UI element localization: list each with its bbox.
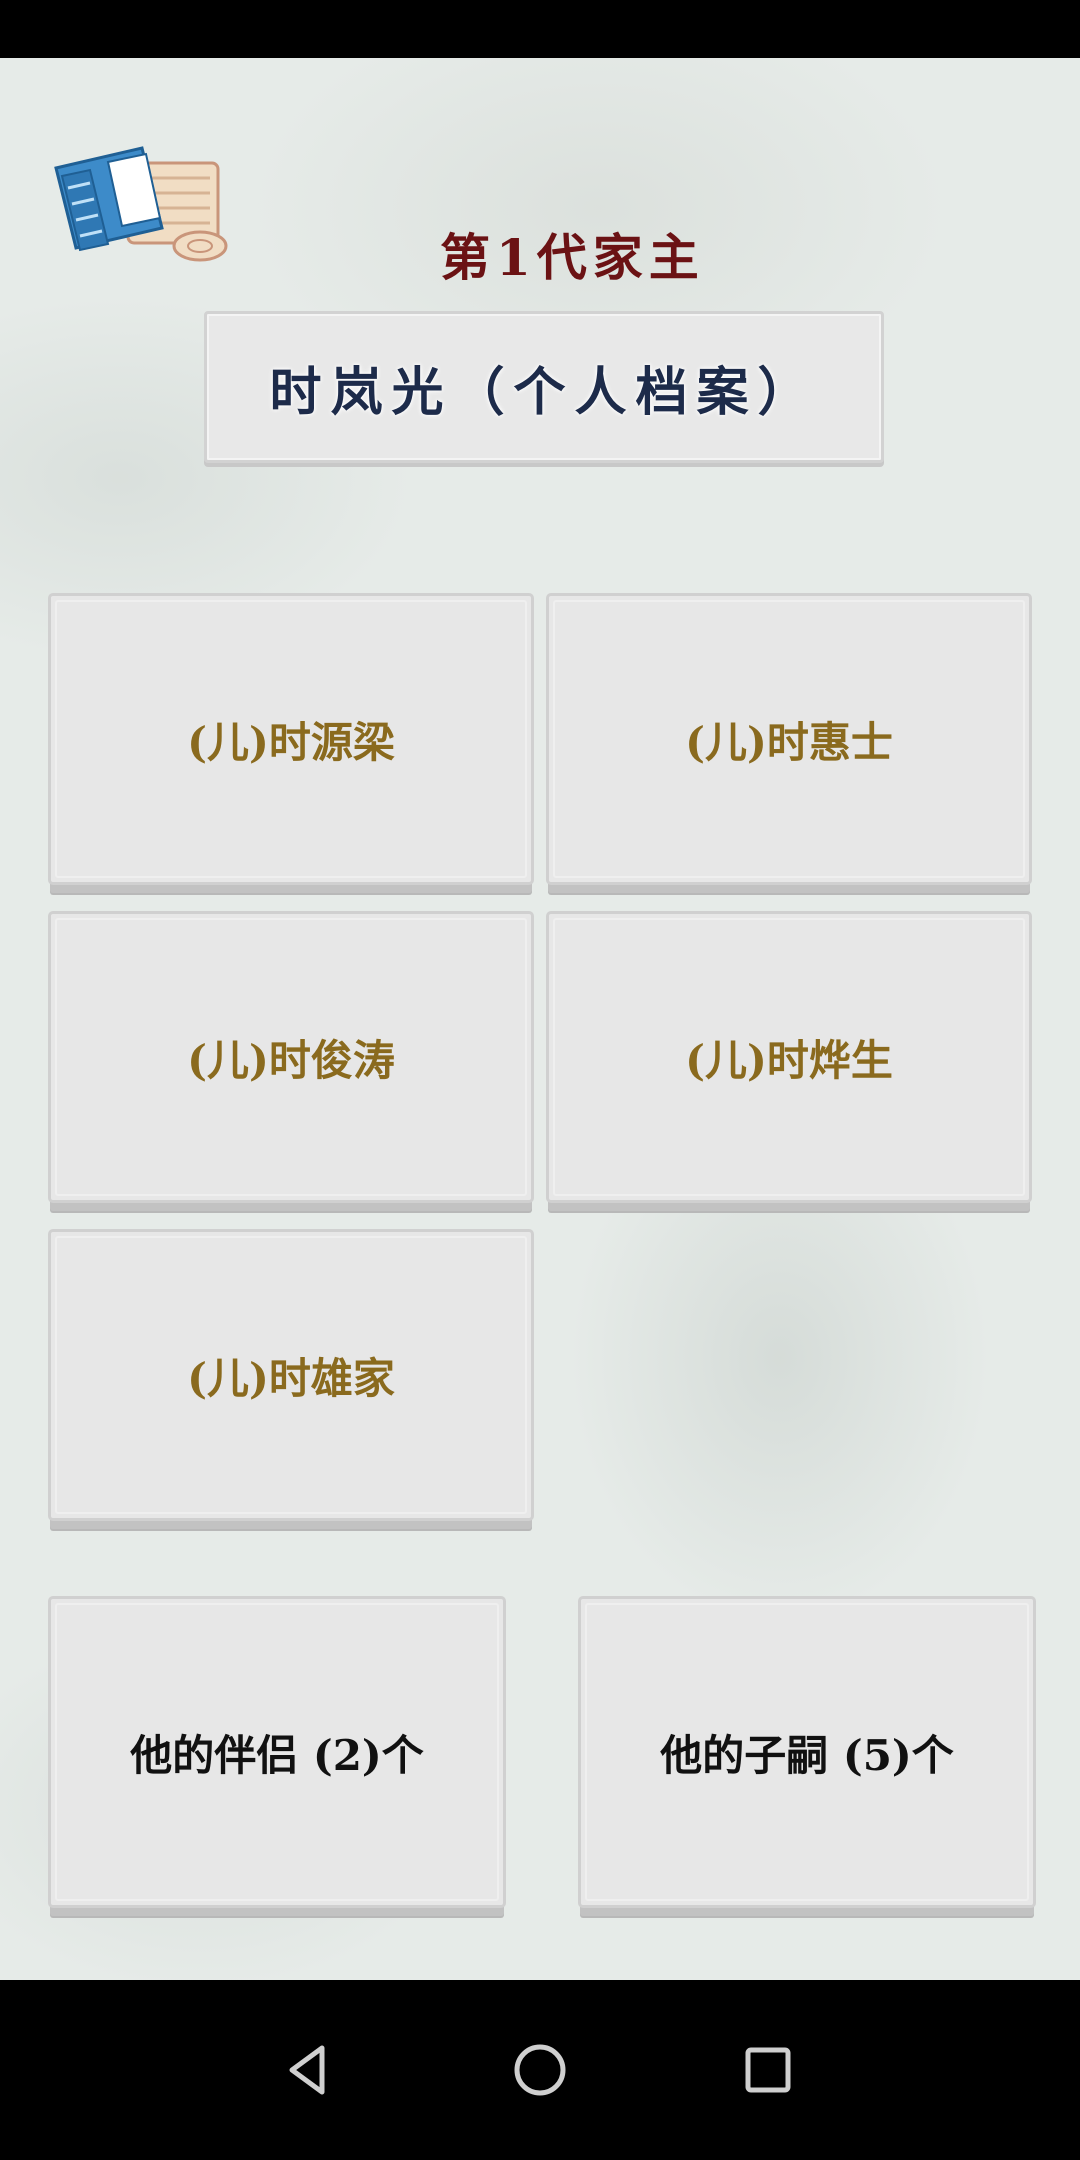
person-name: 时岚光（个人档案） (269, 361, 819, 423)
child-label: (儿)时烨生 (685, 1035, 893, 1085)
child-card[interactable]: (儿)时雄家 (48, 1229, 534, 1521)
child-label: (儿)时惠士 (685, 717, 893, 767)
child-label: (儿)时雄家 (187, 1353, 395, 1403)
partners-button[interactable]: 他的伴侣 (2)个 (48, 1596, 506, 1908)
status-bar (0, 0, 1080, 58)
person-profile-plate[interactable]: 时岚光（个人档案） (204, 311, 884, 463)
child-label: (儿)时俊涛 (187, 1035, 395, 1085)
child-card[interactable]: (儿)时烨生 (546, 911, 1032, 1203)
child-card[interactable]: (儿)时俊涛 (48, 911, 534, 1203)
child-card[interactable]: (儿)时源梁 (48, 593, 534, 885)
heirs-label: 他的子嗣 (5)个 (660, 1730, 954, 1780)
recents-square-icon[interactable] (738, 2040, 798, 2100)
book-scroll-icon (50, 118, 240, 268)
child-label: (儿)时源梁 (187, 717, 395, 767)
generation-title: 第1代家主 (440, 228, 705, 287)
system-navigation-bar (0, 1980, 1080, 2160)
heirs-button[interactable]: 他的子嗣 (5)个 (578, 1596, 1036, 1908)
app-screen: 第1代家主 时岚光（个人档案） (儿)时源梁 (儿)时惠士 (儿)时俊涛 (儿)… (0, 58, 1080, 1980)
partners-label: 他的伴侣 (2)个 (130, 1730, 424, 1780)
children-grid: (儿)时源梁 (儿)时惠士 (儿)时俊涛 (儿)时烨生 (儿)时雄家 (38, 483, 1048, 1563)
home-circle-icon[interactable] (510, 2040, 570, 2100)
child-card[interactable]: (儿)时惠士 (546, 593, 1032, 885)
back-triangle-icon[interactable] (278, 2040, 338, 2100)
